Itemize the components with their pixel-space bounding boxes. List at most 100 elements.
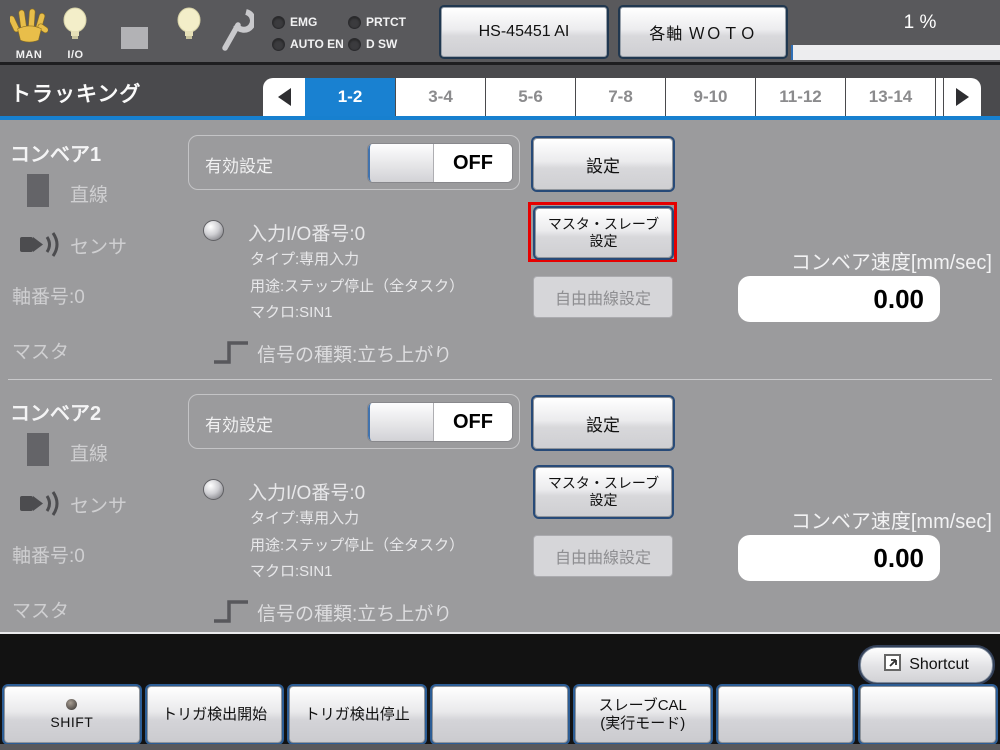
master-slave-line2: 設定 [589,233,618,249]
axis-number-label: 軸番号:0 [12,546,85,567]
lamp-button[interactable] [176,7,203,48]
bottom-edge-strip [0,744,1000,750]
tab-5-6[interactable]: 5-6 [485,78,575,116]
master-slave-line1: マスタ・スレーブ [547,475,660,491]
fkey-label2: (実行モード) [600,714,686,732]
settings-button[interactable]: 設定 [533,397,673,449]
fkey-label: トリガ検出開始 [162,705,268,723]
d-sw-indicator: D SW [348,37,397,51]
io-macro-label: マクロ:SIN1 [250,563,333,580]
input-io-number-label: 入力I/O番号:0 [248,483,366,504]
master-label: マスタ [12,601,70,622]
conveyor-speed-label: コンベア速度[mm/sec] [790,252,992,274]
enable-setting-label: 有効設定 [205,416,273,435]
maintenance-button[interactable] [218,6,256,59]
function-key-row: SHIFT トリガ検出開始 トリガ検出停止 スレーブCAL (実行モード) [0,686,1000,743]
tab-11-12[interactable]: 11-12 [755,78,845,116]
sensor-icon [20,228,60,265]
prtct-label: PRTCT [366,15,406,29]
tab-spacer [935,78,943,116]
fkey-slave-cal[interactable]: スレーブCAL (実行モード) [574,686,711,743]
tab-9-10[interactable]: 9-10 [665,78,755,116]
conveyor-speed-label: コンベア速度[mm/sec] [790,511,992,533]
enable-toggle[interactable]: OFF [367,143,513,183]
line-type-label: 直線 [70,185,109,206]
d-sw-label: D SW [366,37,398,51]
fkey-shift[interactable]: SHIFT [4,686,140,743]
toggle-state-label: OFF [434,144,512,182]
io-macro-label: マクロ:SIN1 [250,304,333,321]
conveyor-2-section: コンベア2 直線 センサ 軸番号:0 マスタ 有効設定 OFF 入力I/O番号:… [0,381,1000,639]
shortcut-label: Shortcut [909,656,969,673]
tab-13-14[interactable]: 13-14 [845,78,935,116]
free-curve-settings-button[interactable]: 自由曲線設定 [533,535,673,577]
auto-en-indicator: AUTO EN [272,37,344,51]
enable-toggle[interactable]: OFF [367,402,513,442]
conveyor-title: コンベア1 [10,144,102,166]
conveyor-speed-value: 0.00 [738,535,940,581]
manual-mode-button[interactable]: MAN [8,7,49,61]
rising-edge-icon [212,338,250,371]
master-slave-line1: マスタ・スレーブ [547,216,660,232]
wrench-icon [218,6,256,59]
toggle-knob[interactable] [368,403,434,441]
teach-pendant-screen: MAN I/O EMG PRTCT AUTO EN D SW HS-45451 … [0,0,1000,750]
shortcut-button[interactable]: Shortcut [860,647,993,683]
io-usage-label: 用途:ステップ停止（全タスク） [250,537,465,554]
axis-number-label: 軸番号:0 [12,287,85,308]
page-title: トラッキング [10,83,142,106]
d-sw-led-icon [348,37,361,51]
lamp-icon [176,7,203,48]
line-shape-icon [27,433,49,466]
toggle-state-label: OFF [434,403,512,441]
robot-type-button[interactable]: HS-45451 AI [441,7,607,57]
sensor-label: センサ [70,237,128,258]
square-indicator-icon[interactable] [121,27,148,49]
tab-7-8[interactable]: 7-8 [575,78,665,116]
tab-scroll-left-button[interactable] [263,78,305,116]
fkey-trigger-stop[interactable]: トリガ検出停止 [289,686,426,743]
speed-progress-fill [791,45,794,60]
conveyor-title: コンベア2 [10,403,102,425]
sensor-label: センサ [70,496,128,517]
master-slave-settings-button[interactable]: マスタ・スレーブ 設定 [535,467,672,517]
fkey-label: スレーブCAL [598,696,687,714]
prtct-led-icon [348,15,361,29]
fkey-empty-2[interactable] [717,686,854,743]
input-io-radio[interactable] [203,479,224,500]
io-type-label: タイプ:専用入力 [250,510,360,527]
tab-1-2[interactable]: 1-2 [305,78,395,116]
master-slave-line2: 設定 [589,492,618,508]
enable-setting-label: 有効設定 [205,157,273,176]
rising-edge-icon [212,597,250,630]
section-divider [8,379,992,380]
fkey-empty-1[interactable] [432,686,568,743]
speed-percent-label: 1 % [903,12,937,33]
coordinate-mode-button[interactable]: 各軸 ＷＯＴＯ [620,7,786,57]
hand-icon [8,7,49,48]
settings-button[interactable]: 設定 [533,138,673,190]
io-monitor-button[interactable]: I/O [62,7,89,61]
input-io-number-label: 入力I/O番号:0 [248,224,366,245]
tab-3-4[interactable]: 3-4 [395,78,485,116]
tab-scroll-right-button[interactable] [943,78,981,116]
emg-indicator: EMG [272,15,317,29]
fkey-trigger-start[interactable]: トリガ検出開始 [146,686,283,743]
emg-label: EMG [290,15,318,29]
io-type-label: タイプ:専用入力 [250,251,360,268]
toggle-knob[interactable] [368,144,434,182]
free-curve-settings-button[interactable]: 自由曲線設定 [533,276,673,318]
auto-en-led-icon [272,37,285,51]
tab-strip: 1-2 3-4 5-6 7-8 9-10 11-12 13-14 [263,78,981,116]
conveyor-1-section: コンベア1 直線 センサ 軸番号:0 マスタ 有効設定 OFF 入力I/O番号:… [0,122,1000,380]
master-label: マスタ [12,342,70,363]
input-io-radio[interactable] [203,220,224,241]
left-triangle-icon [277,88,291,106]
line-type-label: 直線 [70,444,109,465]
emg-led-icon [272,15,285,29]
shortcut-icon [884,653,902,677]
right-triangle-icon [956,88,969,106]
fkey-empty-3[interactable] [860,686,997,743]
manual-mode-label: MAN [15,49,43,61]
master-slave-settings-button[interactable]: マスタ・スレーブ 設定 [535,208,672,258]
